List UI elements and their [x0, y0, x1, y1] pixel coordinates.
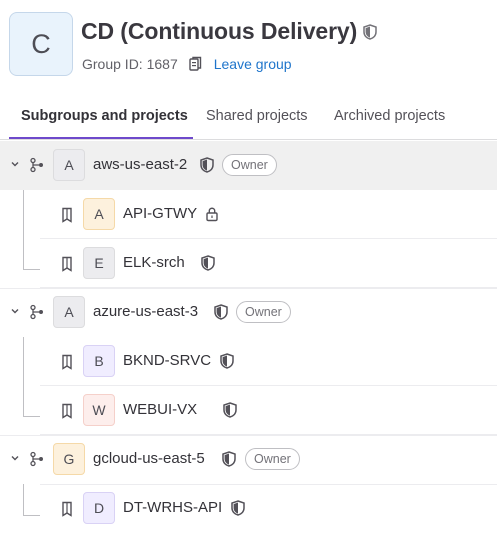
avatar: A — [53, 149, 85, 181]
group-header: C CD (Continuous Delivery) Group ID: 168… — [9, 12, 489, 76]
group-name-link[interactable]: azure-us-east-3 — [93, 303, 198, 320]
avatar: G — [53, 443, 85, 475]
subgroup-icon — [30, 304, 43, 320]
bookmark-icon — [62, 207, 72, 223]
avatar: A — [53, 296, 85, 328]
project-row[interactable]: D DT-WRHS-API — [40, 484, 497, 533]
role-badge: Owner — [236, 301, 291, 323]
avatar: E — [83, 247, 115, 279]
bookmark-icon — [62, 501, 72, 517]
page-title: CD (Continuous Delivery) — [81, 18, 358, 44]
tree-connector — [23, 416, 40, 417]
leave-group-link[interactable]: Leave group — [214, 56, 292, 72]
divider — [0, 288, 497, 289]
copy-icon[interactable] — [189, 56, 202, 72]
tab-bar: Subgroups and projects Shared projects A… — [0, 96, 497, 140]
project-name-link[interactable]: API-GTWY — [123, 205, 197, 222]
subgroup-icon — [30, 451, 43, 467]
shield-icon — [200, 157, 214, 173]
shield-icon — [201, 255, 215, 271]
chevron-down-icon[interactable] — [10, 159, 20, 169]
group-name-link[interactable]: aws-us-east-2 — [93, 156, 187, 173]
bookmark-icon — [62, 354, 72, 370]
shield-icon — [363, 23, 377, 40]
bookmark-icon — [62, 403, 72, 419]
divider — [40, 484, 497, 485]
title-row: CD (Continuous Delivery) — [81, 18, 377, 45]
avatar: D — [83, 492, 115, 524]
tab-archived-projects[interactable]: Archived projects — [334, 108, 445, 124]
group-row[interactable]: A aws-us-east-2 Owner — [0, 141, 497, 190]
project-name-link[interactable]: BKND-SRVC — [123, 352, 211, 369]
tree-connector — [23, 190, 24, 269]
project-row[interactable]: W WEBUI-VX — [40, 386, 497, 435]
active-tab-indicator — [9, 137, 193, 139]
avatar: B — [83, 345, 115, 377]
group-avatar: C — [9, 12, 73, 76]
role-badge: Owner — [222, 154, 277, 176]
shield-icon — [214, 304, 228, 320]
tree-connector — [23, 269, 40, 270]
shield-icon — [231, 500, 245, 516]
divider — [0, 435, 497, 436]
bookmark-icon — [62, 256, 72, 272]
project-name-link[interactable]: ELK-srch — [123, 254, 185, 271]
project-row[interactable]: A API-GTWY — [40, 190, 497, 239]
shield-icon — [222, 451, 236, 467]
chevron-down-icon[interactable] — [10, 306, 20, 316]
project-name-link[interactable]: DT-WRHS-API — [123, 499, 222, 516]
lock-icon — [206, 207, 218, 222]
tab-shared-projects[interactable]: Shared projects — [206, 108, 308, 124]
avatar: A — [83, 198, 115, 230]
project-name-link[interactable]: WEBUI-VX — [123, 401, 197, 418]
tree-connector — [23, 337, 24, 416]
tree-connector — [23, 515, 40, 516]
shield-icon — [220, 353, 234, 369]
chevron-down-icon[interactable] — [10, 453, 20, 463]
project-row[interactable]: B BKND-SRVC — [40, 337, 497, 386]
subgroup-icon — [30, 157, 43, 173]
role-badge: Owner — [245, 448, 300, 470]
project-row[interactable]: E ELK-srch — [40, 239, 497, 288]
avatar: W — [83, 394, 115, 426]
group-meta: Group ID: 1687 Leave group — [82, 56, 292, 72]
group-row[interactable]: G gcloud-us-east-5 Owner — [0, 435, 497, 484]
tree-connector — [23, 484, 24, 515]
shield-icon — [223, 402, 237, 418]
group-row[interactable]: A azure-us-east-3 Owner — [0, 288, 497, 337]
tab-subgroups-and-projects[interactable]: Subgroups and projects — [21, 108, 188, 124]
group-id: Group ID: 1687 — [82, 56, 178, 72]
group-name-link[interactable]: gcloud-us-east-5 — [93, 450, 205, 467]
